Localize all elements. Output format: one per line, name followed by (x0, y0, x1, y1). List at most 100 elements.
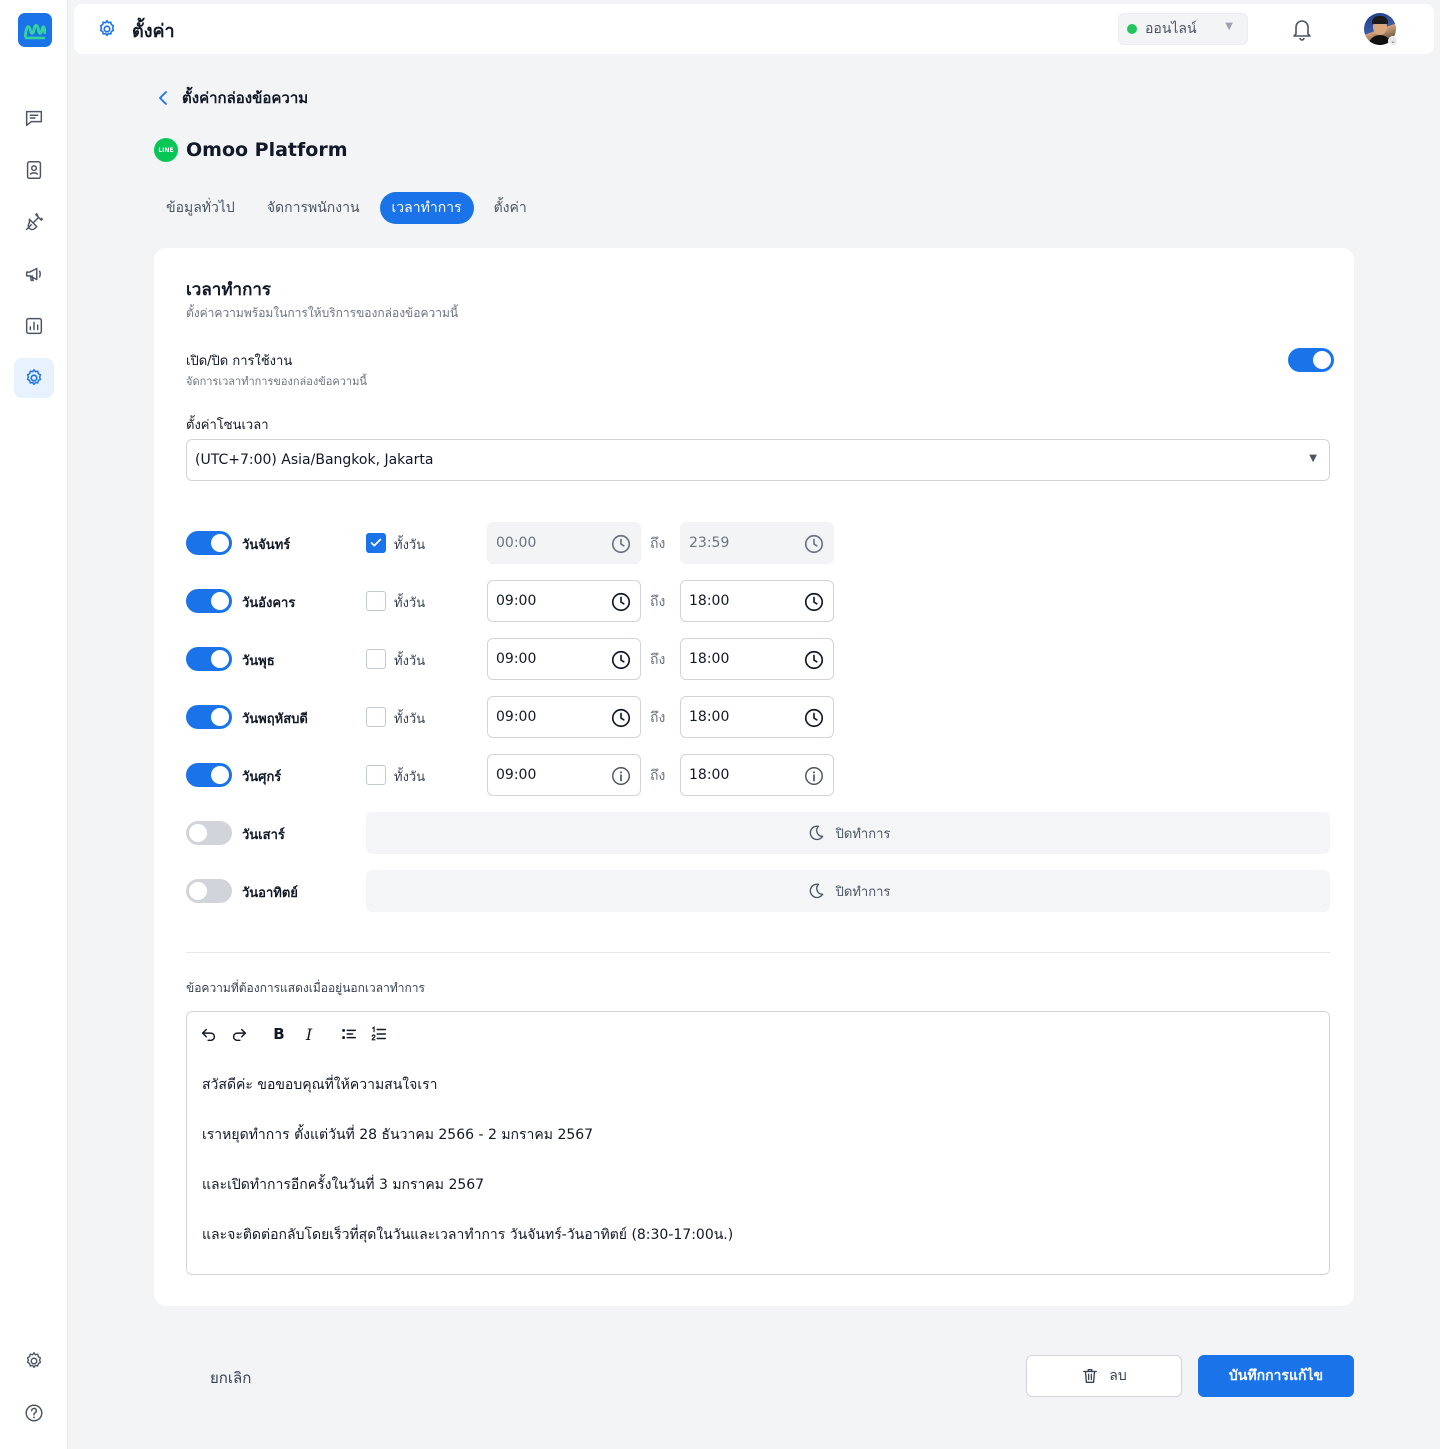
trash-icon (1083, 1369, 1098, 1383)
day-toggle-saturday[interactable] (186, 821, 232, 845)
editor-toolbar: B I (197, 1022, 397, 1046)
enable-subtitle: จัดการเวลาทำการของกล่องข้อความนี้ (186, 375, 367, 388)
checkmark-icon (370, 538, 382, 547)
sidebar-item-chat[interactable] (14, 98, 54, 138)
tab-business-hours[interactable]: เวลาทำการ (379, 192, 474, 224)
day-row-wednesday: วันพุธ ทั้งวัน 09:00 ถึง 18:00 (186, 638, 1330, 680)
message-line: และจะติดต่อกลับโดยเร็วที่สุดในวันและเวลา… (202, 1227, 734, 1243)
section-subtitle: ตั้งค่าความพร้อมในการให้บริการของกล่องข้… (186, 306, 459, 320)
message-line: เราหยุดทำการ ตั้งแต่วันที่ 28 ธันวาคม 25… (202, 1127, 594, 1143)
start-time-value: 09:00 (496, 767, 537, 783)
sidebar-item-contacts[interactable] (14, 150, 54, 190)
integration-plug-icon (25, 213, 43, 231)
start-time-input[interactable]: 09:00 (487, 696, 641, 738)
all-day-checkbox[interactable] (366, 649, 386, 669)
timezone-label: ตั้งค่าโซนเวลา (186, 418, 269, 433)
end-time-input[interactable]: 18:00 (680, 754, 834, 796)
contacts-icon (26, 161, 42, 179)
day-toggle-thursday[interactable] (186, 705, 232, 729)
timezone-select[interactable]: (UTC+7:00) Asia/Bangkok, Jakarta ▼ (186, 439, 1330, 481)
message-line: และเปิดทำการอีกครั้งในวันที่ 3 มกราคม 25… (202, 1177, 485, 1193)
tab-staff[interactable]: จัดการพนักงาน (255, 192, 372, 224)
end-time-value: 18:00 (689, 709, 730, 725)
bullet-list-button[interactable] (337, 1022, 361, 1046)
day-toggle-monday[interactable] (186, 531, 232, 555)
clock-icon (804, 708, 824, 728)
delete-button[interactable]: ลบ (1026, 1355, 1182, 1397)
cancel-button[interactable]: ยกเลิก (210, 1366, 251, 1390)
bell-icon[interactable] (1290, 16, 1314, 42)
avatar-hair (1372, 16, 1388, 24)
all-day-checkbox[interactable] (366, 591, 386, 611)
day-toggle-friday[interactable] (186, 763, 232, 787)
status-label: ออนไลน์ (1145, 21, 1197, 37)
numbered-list-button[interactable] (367, 1022, 391, 1046)
day-toggle-tuesday[interactable] (186, 589, 232, 613)
delete-label: ลบ (1109, 1368, 1127, 1384)
italic-button[interactable]: I (297, 1022, 321, 1046)
day-row-monday: วันจันทร์ ทั้งวัน 00:00 ถึง 23:59 (186, 522, 1330, 564)
redo-icon (232, 1028, 247, 1042)
bold-button[interactable]: B (267, 1022, 291, 1046)
page-title: ตั้งค่า (132, 21, 175, 42)
end-time-input[interactable]: 18:00 (680, 580, 834, 622)
start-time-value: 09:00 (496, 593, 537, 609)
section-title: เวลาทำการ (186, 280, 272, 300)
offline-message-editor[interactable]: B I สวัสดีค่ะ ขอขอบคุณที่ให้ความสนใจเรา … (186, 1011, 1330, 1275)
day-name: วันอาทิตย์ (242, 886, 298, 901)
undo-button[interactable] (197, 1022, 221, 1046)
top-bar: ตั้งค่า ออนไลน์ ▼ ⌄ (74, 4, 1434, 54)
start-time-input[interactable]: 09:00 (487, 580, 641, 622)
day-name: วันพฤหัสบดี (242, 712, 308, 727)
start-time-input[interactable]: 09:00 (487, 638, 641, 680)
sidebar-bottom-help[interactable] (14, 1393, 54, 1433)
clock-icon (611, 708, 631, 728)
sidebar-item-broadcast[interactable] (14, 254, 54, 294)
day-toggle-wednesday[interactable] (186, 647, 232, 671)
gear-icon (99, 19, 115, 37)
business-hours-card: เวลาทำการ ตั้งค่าความพร้อมในการให้บริการ… (154, 248, 1354, 1306)
toggle-knob (211, 650, 229, 668)
message-line: สวัสดีค่ะ ขอขอบคุณที่ให้ความสนใจเรา (202, 1077, 438, 1093)
day-row-saturday: วันเสาร์ ปิดทำการ (186, 812, 1330, 854)
app-logo[interactable] (18, 13, 52, 47)
start-time-input[interactable]: 00:00 (487, 522, 641, 564)
all-day-checkbox[interactable] (366, 765, 386, 785)
end-time-value: 18:00 (689, 651, 730, 667)
closed-label: ปิดทำการ (835, 826, 891, 842)
enable-toggle[interactable] (1288, 348, 1334, 372)
day-name: วันศุกร์ (242, 770, 282, 785)
tab-general[interactable]: ข้อมูลทั่วไป (154, 192, 247, 224)
sidebar-bottom-settings[interactable] (14, 1341, 54, 1381)
toggle-knob (189, 824, 207, 842)
to-label: ถึง (650, 710, 666, 726)
clock-icon (804, 592, 824, 612)
day-toggle-sunday[interactable] (186, 879, 232, 903)
sidebar-item-settings[interactable] (14, 358, 54, 398)
chat-icon (25, 110, 43, 127)
redo-button[interactable] (227, 1022, 251, 1046)
channel-name: Omoo Platform (186, 139, 348, 161)
sidebar-item-integrations[interactable] (14, 202, 54, 242)
moon-icon (809, 825, 823, 841)
all-day-checkbox[interactable] (366, 533, 386, 553)
clock-icon (804, 534, 824, 554)
clock-icon (611, 592, 631, 612)
help-circle-icon (25, 1404, 43, 1422)
megaphone-icon (25, 267, 41, 282)
chevron-down-icon[interactable]: ⌄ (1388, 36, 1398, 46)
toggle-knob (211, 708, 229, 726)
end-time-input[interactable]: 18:00 (680, 638, 834, 680)
status-dropdown[interactable]: ออนไลน์ ▼ (1118, 13, 1248, 45)
end-time-input[interactable]: 23:59 (680, 522, 834, 564)
toggle-knob (211, 766, 229, 784)
end-time-input[interactable]: 18:00 (680, 696, 834, 738)
divider (186, 952, 1330, 953)
save-button[interactable]: บันทึกการแก้ไข (1198, 1355, 1354, 1397)
omoo-logo-icon (23, 23, 47, 40)
tab-settings[interactable]: ตั้งค่า (482, 192, 539, 224)
back-link[interactable]: ตั้งค่ากล่องข้อความ (156, 86, 308, 110)
start-time-input[interactable]: 09:00 (487, 754, 641, 796)
all-day-checkbox[interactable] (366, 707, 386, 727)
sidebar-item-analytics[interactable] (14, 306, 54, 346)
